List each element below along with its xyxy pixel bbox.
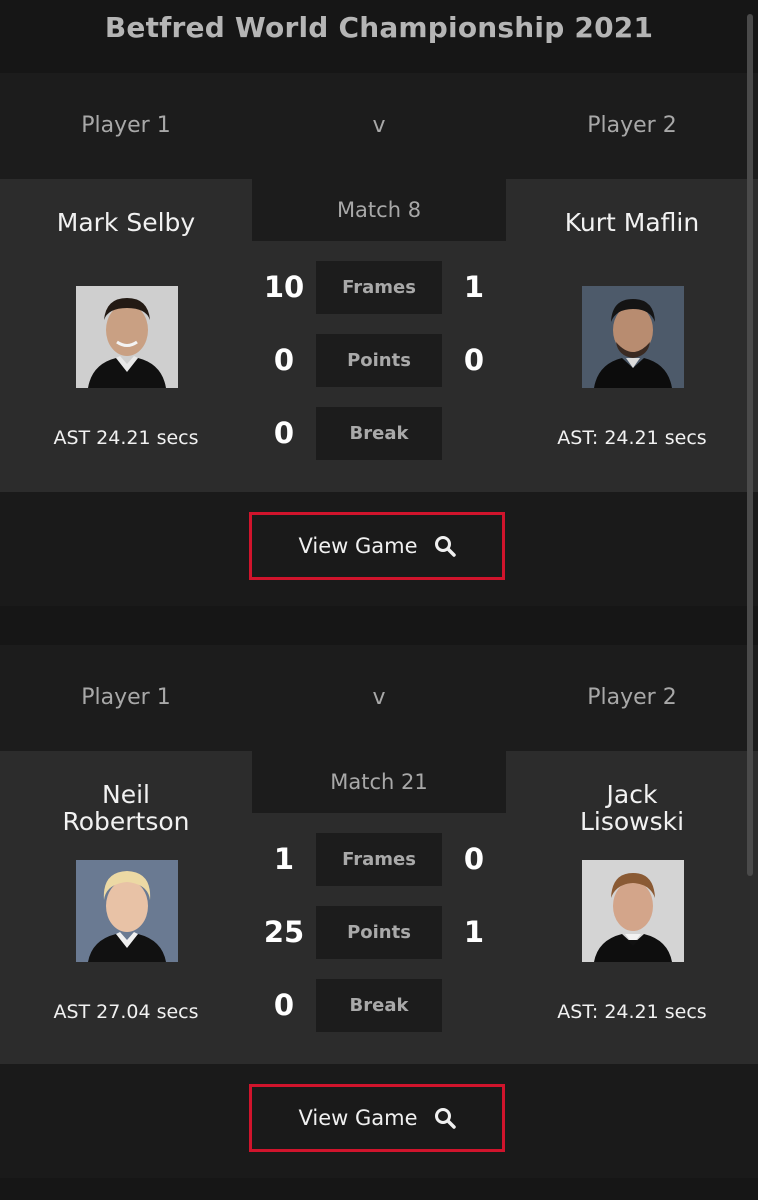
player2-frames: 0: [463, 842, 485, 876]
player-photo-icon: [582, 860, 684, 962]
search-icon: [434, 535, 456, 557]
player1-break: 0: [273, 988, 295, 1022]
search-icon: [434, 1107, 456, 1129]
versus-label: v: [372, 685, 386, 710]
player-photo-icon: [76, 286, 178, 388]
frames-label: Frames: [316, 833, 442, 886]
player2-points: 1: [463, 915, 485, 949]
points-label: Points: [316, 334, 442, 387]
player2-panel: Jack Lisowski AST: 24.21 secs: [506, 751, 758, 1064]
player2-column-label: Player 2: [587, 685, 677, 710]
player-photo-icon: [582, 286, 684, 388]
match-card: Player 1 v Player 2 Match 8 Mark Selby A…: [0, 73, 758, 606]
view-game-label: View Game: [298, 1106, 418, 1130]
player1-name: Neil Robertson: [62, 780, 190, 836]
player2-panel: Kurt Maflin AST: 24.21 secs: [506, 179, 758, 492]
break-label: Break: [316, 407, 442, 460]
player2-ast: AST: 24.21 secs: [557, 1001, 707, 1023]
stat-row-break: 0 Break: [252, 979, 506, 1032]
player2-frames: 1: [463, 270, 485, 304]
match-number: Match 8: [252, 179, 506, 241]
frames-label: Frames: [316, 261, 442, 314]
match-header: Player 1 v Player 2: [0, 645, 758, 751]
stat-row-frames: 1 Frames 0: [252, 833, 506, 886]
player2-column-label: Player 2: [587, 113, 677, 138]
player2-name: Jack Lisowski: [579, 780, 685, 836]
stat-row-break: 0 Break: [252, 407, 506, 460]
player1-break: 0: [273, 416, 295, 450]
stat-row-frames: 10 Frames 1: [252, 261, 506, 314]
player1-points: 0: [273, 343, 295, 377]
player1-ast: AST 24.21 secs: [53, 427, 199, 449]
player1-ast: AST 27.04 secs: [53, 1001, 199, 1023]
page-title: Betfred World Championship 2021: [104, 11, 654, 44]
match-footer: View Game: [0, 492, 758, 606]
match-footer: View Game: [0, 1064, 758, 1178]
break-label: Break: [316, 979, 442, 1032]
player2-name: Kurt Maflin: [564, 208, 700, 237]
view-game-label: View Game: [298, 534, 418, 558]
match-body: Match 21 Neil Robertson AST 27.04 secs J…: [0, 751, 758, 1064]
player1-frames: 10: [263, 270, 305, 304]
stat-row-points: 0 Points 0: [252, 334, 506, 387]
player1-column-label: Player 1: [81, 685, 171, 710]
player1-frames: 1: [273, 842, 295, 876]
page: Betfred World Championship 2021 Player 1…: [0, 0, 758, 1200]
player1-name: Mark Selby: [56, 208, 196, 237]
player1-panel: Mark Selby AST 24.21 secs: [0, 179, 252, 492]
player2-break: [442, 407, 506, 460]
match-body: Match 8 Mark Selby AST 24.21 secs Kurt M…: [0, 179, 758, 492]
player2-break: [442, 979, 506, 1032]
player2-points: 0: [463, 343, 485, 377]
player2-ast: AST: 24.21 secs: [557, 427, 707, 449]
versus-label: v: [372, 113, 386, 138]
match-header: Player 1 v Player 2: [0, 73, 758, 179]
view-game-button[interactable]: View Game: [249, 512, 505, 580]
stat-row-points: 25 Points 1: [252, 906, 506, 959]
match-number: Match 21: [252, 751, 506, 813]
player1-column-label: Player 1: [81, 113, 171, 138]
scrollbar[interactable]: [747, 14, 753, 876]
player1-panel: Neil Robertson AST 27.04 secs: [0, 751, 252, 1064]
player-photo-icon: [76, 860, 178, 962]
view-game-button[interactable]: View Game: [249, 1084, 505, 1152]
player1-points: 25: [263, 915, 305, 949]
match-card: Player 1 v Player 2 Match 21 Neil Robert…: [0, 645, 758, 1178]
points-label: Points: [316, 906, 442, 959]
